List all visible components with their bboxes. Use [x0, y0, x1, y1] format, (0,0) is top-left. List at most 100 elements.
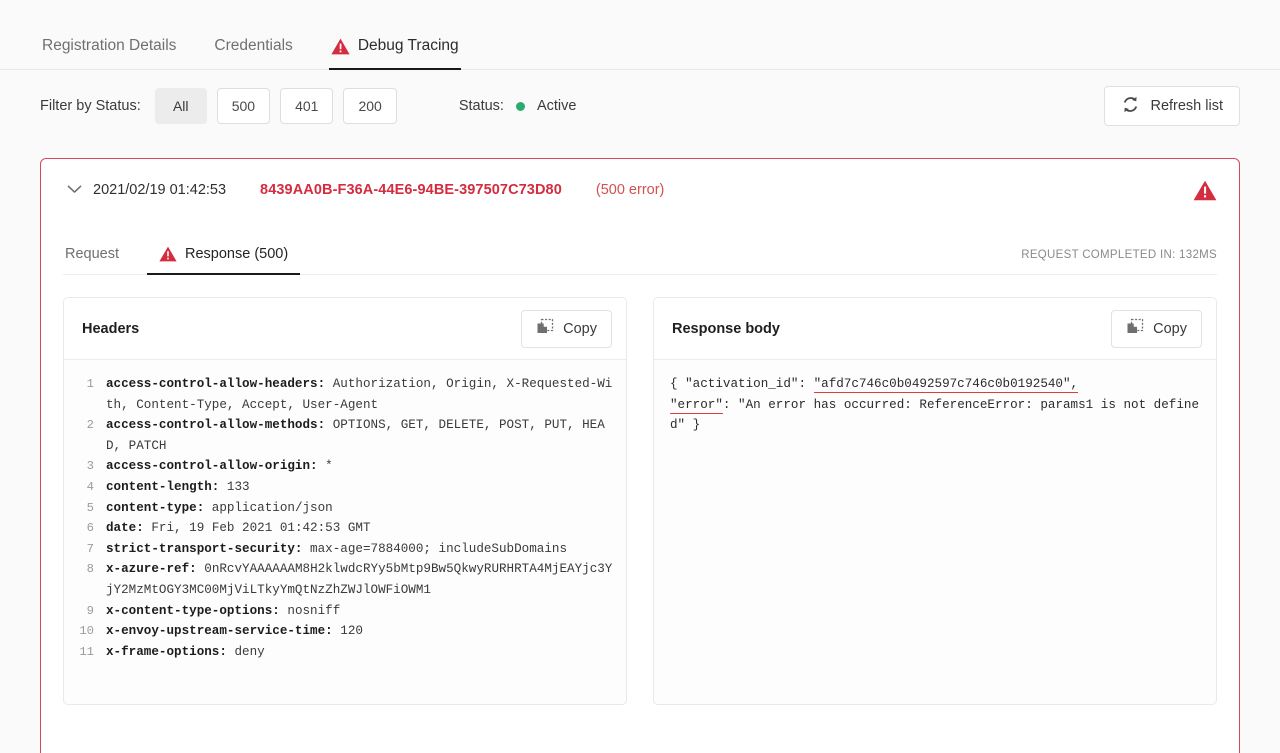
line-number: 9 — [72, 601, 106, 622]
header-content: x-content-type-options: nosniff — [106, 601, 618, 622]
status-dot-icon — [516, 102, 525, 111]
line-number: 3 — [72, 456, 106, 477]
status-value: Active — [537, 98, 577, 114]
header-value: Fri, 19 Feb 2021 01:42:53 GMT — [144, 521, 371, 535]
header-key: strict-transport-security: — [106, 542, 303, 556]
header-value: deny — [227, 645, 265, 659]
header-value: 120 — [333, 624, 363, 638]
headers-panel-header: Headers Copy — [64, 298, 626, 360]
line-number: 4 — [72, 477, 106, 498]
header-line: 6date: Fri, 19 Feb 2021 01:42:53 GMT — [72, 518, 618, 539]
tab-debug-tracing[interactable]: Debug Tracing — [329, 37, 461, 69]
copy-response-body-button[interactable]: Copy — [1111, 310, 1202, 348]
detail-panels: Headers Copy 1access-control-allow-heade… — [41, 275, 1239, 705]
header-line: 5content-type: application/json — [72, 498, 618, 519]
panel-title: Headers — [82, 321, 139, 337]
body-prefix: { "activation_id": — [670, 377, 814, 391]
tab-label: Request — [65, 246, 119, 262]
tab-label: Credentials — [214, 37, 292, 55]
chip-label: All — [173, 98, 189, 114]
header-key: x-envoy-upstream-service-time: — [106, 624, 333, 638]
tab-response[interactable]: Response (500) — [157, 246, 290, 274]
chip-label: 200 — [358, 98, 381, 114]
header-value: max-age=7884000; includeSubDomains — [303, 542, 568, 556]
tab-label: Registration Details — [42, 37, 176, 55]
filter-bar: Filter by Status: All 500 401 200 Status… — [0, 70, 1280, 142]
line-number: 7 — [72, 539, 106, 560]
header-line: 4content-length: 133 — [72, 477, 618, 498]
line-number: 2 — [72, 415, 106, 436]
copy-label: Copy — [563, 321, 597, 337]
header-content: date: Fri, 19 Feb 2021 01:42:53 GMT — [106, 518, 618, 539]
trace-detail-tabbar: Request Response (500) REQUEST COMPLETED… — [63, 221, 1217, 275]
warning-triangle-icon — [331, 38, 350, 55]
header-content: x-frame-options: deny — [106, 642, 618, 663]
header-value: 133 — [219, 480, 249, 494]
response-body-text: { "activation_id": "afd7c746c0b0492597c7… — [662, 374, 1208, 436]
warning-triangle-icon — [1193, 180, 1217, 201]
copy-icon — [1126, 318, 1144, 340]
header-line: 10x-envoy-upstream-service-time: 120 — [72, 621, 618, 642]
line-number: 1 — [72, 374, 106, 395]
main-tabbar: Registration Details Credentials Debug T… — [0, 0, 1280, 70]
trace-timestamp: 2021/02/19 01:42:53 — [93, 182, 226, 198]
filter-chip-200[interactable]: 200 — [343, 88, 396, 124]
line-number: 10 — [72, 621, 106, 642]
filter-by-status-label: Filter by Status: — [40, 98, 141, 114]
tab-credentials[interactable]: Credentials — [212, 37, 294, 69]
panel-title: Response body — [672, 321, 780, 337]
refresh-icon — [1121, 95, 1140, 118]
tab-label: Response (500) — [185, 246, 288, 262]
header-key: access-control-allow-methods: — [106, 418, 325, 432]
header-content: x-envoy-upstream-service-time: 120 — [106, 621, 618, 642]
header-content: content-type: application/json — [106, 498, 618, 519]
request-duration-meta: REQUEST COMPLETED IN: 132MS — [1021, 249, 1217, 261]
header-line: 7strict-transport-security: max-age=7884… — [72, 539, 618, 560]
trace-status-text: (500 error) — [596, 182, 665, 198]
trace-card-header[interactable]: 2021/02/19 01:42:53 8439AA0B-F36A-44E6-9… — [41, 159, 1239, 221]
header-key: x-azure-ref: — [106, 562, 197, 576]
debug-tracing-page: Registration Details Credentials Debug T… — [0, 0, 1280, 753]
header-key: access-control-allow-headers: — [106, 377, 325, 391]
tab-request[interactable]: Request — [63, 246, 121, 274]
body-suffix: : "An error has occurred: ReferenceError… — [670, 398, 1199, 433]
header-key: x-frame-options: — [106, 645, 227, 659]
header-value: application/json — [204, 501, 332, 515]
filter-chip-401[interactable]: 401 — [280, 88, 333, 124]
chevron-down-icon[interactable] — [67, 181, 83, 199]
copy-label: Copy — [1153, 321, 1187, 337]
copy-icon — [536, 318, 554, 340]
header-line: 1access-control-allow-headers: Authoriza… — [72, 374, 618, 415]
header-line: 9x-content-type-options: nosniff — [72, 601, 618, 622]
line-number: 6 — [72, 518, 106, 539]
line-number: 11 — [72, 642, 106, 663]
headers-code-block: 1access-control-allow-headers: Authoriza… — [64, 360, 626, 705]
header-content: x-azure-ref: 0nRcvYAAAAAAM8H2klwdcRYy5bM… — [106, 559, 618, 600]
trace-id: 8439AA0B-F36A-44E6-94BE-397507C73D80 — [260, 182, 562, 198]
header-line: 3access-control-allow-origin: * — [72, 456, 618, 477]
tab-label: Debug Tracing — [358, 37, 459, 55]
status-label: Status: — [459, 98, 504, 114]
header-content: content-length: 133 — [106, 477, 618, 498]
header-content: access-control-allow-origin: * — [106, 456, 618, 477]
header-key: content-type: — [106, 501, 204, 515]
header-line: 11x-frame-options: deny — [72, 642, 618, 663]
filter-chip-all[interactable]: All — [155, 88, 207, 124]
status-indicator: Status: Active — [459, 98, 577, 114]
line-number: 8 — [72, 559, 106, 580]
refresh-list-button[interactable]: Refresh list — [1104, 86, 1240, 126]
refresh-label: Refresh list — [1150, 98, 1223, 114]
response-body-panel: Response body Copy { "activation_id": "a… — [653, 297, 1217, 705]
header-key: access-control-allow-origin: — [106, 459, 318, 473]
header-content: access-control-allow-methods: OPTIONS, G… — [106, 415, 618, 456]
header-content: access-control-allow-headers: Authorizat… — [106, 374, 618, 415]
copy-headers-button[interactable]: Copy — [521, 310, 612, 348]
filter-chip-500[interactable]: 500 — [217, 88, 270, 124]
tab-registration-details[interactable]: Registration Details — [40, 37, 178, 69]
header-line: 2access-control-allow-methods: OPTIONS, … — [72, 415, 618, 456]
header-key: content-length: — [106, 480, 219, 494]
response-body-code-block: { "activation_id": "afd7c746c0b0492597c7… — [654, 360, 1216, 705]
header-key: date: — [106, 521, 144, 535]
header-key: x-content-type-options: — [106, 604, 280, 618]
chip-label: 401 — [295, 98, 318, 114]
